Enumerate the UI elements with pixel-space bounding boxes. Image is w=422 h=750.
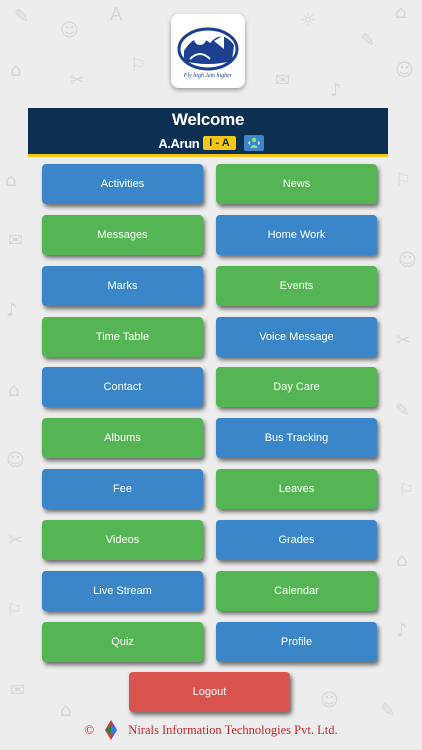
menu-tile-videos[interactable]: Videos xyxy=(42,520,203,560)
tile-label: News xyxy=(282,178,311,190)
logout-label: Logout xyxy=(192,686,227,698)
menu-tile-time-table[interactable]: Time Table xyxy=(42,317,203,357)
tile-label: Time Table xyxy=(95,331,150,343)
tile-label: Activities xyxy=(100,178,145,190)
menu-tile-bus-tracking[interactable]: Bus Tracking xyxy=(216,418,377,458)
class-badge: I - A xyxy=(203,136,236,150)
tile-label: Videos xyxy=(105,534,140,546)
tile-label: Profile xyxy=(280,636,313,648)
menu-tile-events[interactable]: Events xyxy=(216,266,377,306)
logo-tagline: Fly high Aim higher xyxy=(183,73,233,79)
menu-tile-quiz[interactable]: Quiz xyxy=(42,622,203,662)
tile-label: Live Stream xyxy=(93,585,152,597)
menu-tile-live-stream[interactable]: Live Stream xyxy=(42,571,203,611)
menu-tile-albums[interactable]: Albums xyxy=(42,418,203,458)
menu-tile-home-work[interactable]: Home Work xyxy=(216,215,377,255)
tile-label: Bus Tracking xyxy=(264,432,329,444)
tile-label: Day Care xyxy=(273,381,320,393)
menu-tile-calendar[interactable]: Calendar xyxy=(216,571,377,611)
company-logo-icon xyxy=(105,720,118,740)
welcome-title: Welcome xyxy=(171,110,245,129)
tile-label: Home Work xyxy=(267,229,326,241)
menu-tile-grades[interactable]: Grades xyxy=(216,520,377,560)
welcome-banner: Welcome A.Arun I - A xyxy=(28,108,388,157)
tile-label: Events xyxy=(279,280,314,292)
menu-tile-fee[interactable]: Fee xyxy=(42,469,203,509)
menu-tile-activities[interactable]: Activities xyxy=(42,164,203,204)
tile-label: Grades xyxy=(278,534,315,546)
menu-tile-marks[interactable]: Marks xyxy=(42,266,203,306)
logout-button[interactable]: Logout xyxy=(129,672,290,712)
switch-student-button[interactable] xyxy=(243,135,264,151)
menu-tile-messages[interactable]: Messages xyxy=(42,215,203,255)
copyright-symbol: © xyxy=(84,722,95,737)
tile-label: Marks xyxy=(107,280,138,292)
tile-label: Contact xyxy=(103,381,142,393)
school-logo-icon: Fly high Aim higher xyxy=(177,27,239,79)
menu-tile-profile[interactable]: Profile xyxy=(216,622,377,662)
switch-student-icon xyxy=(247,137,260,148)
menu-tile-news[interactable]: News xyxy=(216,164,377,204)
school-logo: Fly high Aim higher xyxy=(171,14,245,88)
tile-label: Voice Message xyxy=(259,331,334,343)
menu-tile-voice-message[interactable]: Voice Message xyxy=(216,317,377,357)
tile-label: Albums xyxy=(104,432,141,444)
tile-label: Fee xyxy=(113,483,132,495)
tile-label: Leaves xyxy=(278,483,315,495)
footer: © Nirals Information Technologies Pvt. L… xyxy=(0,718,422,742)
menu-tile-contact[interactable]: Contact xyxy=(42,367,203,407)
menu-tile-leaves[interactable]: Leaves xyxy=(216,469,377,509)
tile-label: Messages xyxy=(97,229,148,241)
company-name: Nirals Information Technologies Pvt. Ltd… xyxy=(128,722,338,737)
menu-tile-day-care[interactable]: Day Care xyxy=(216,367,377,407)
student-info: A.Arun I - A xyxy=(28,135,388,151)
tile-label: Quiz xyxy=(111,636,134,648)
student-name: A.Arun xyxy=(158,135,200,151)
tile-label: Calendar xyxy=(274,585,319,597)
